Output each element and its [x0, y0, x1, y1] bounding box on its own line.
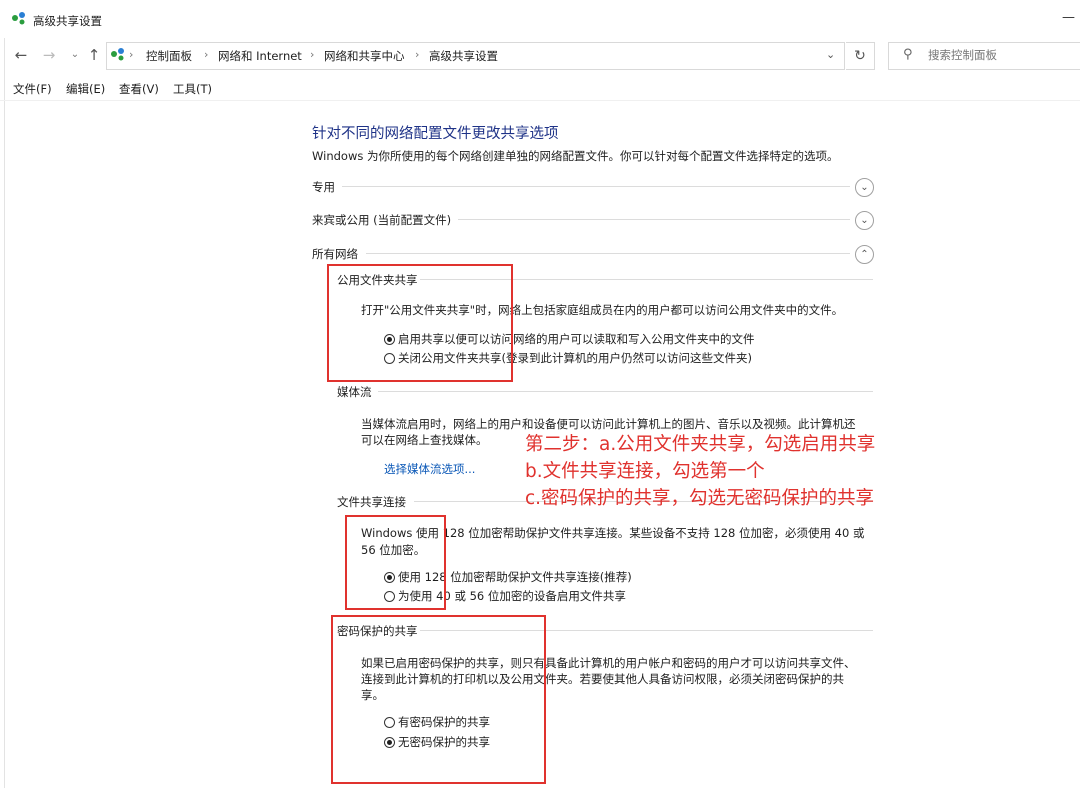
back-arrow-icon[interactable]: ←: [12, 46, 30, 64]
recent-locations-chevron-icon[interactable]: ⌄: [66, 46, 84, 64]
annotation-box-public-folder: [327, 264, 513, 382]
breadcrumb-separator-icon: ›: [310, 48, 315, 61]
breadcrumb-network-internet[interactable]: 网络和 Internet: [218, 48, 302, 64]
minimize-button[interactable]: —: [1062, 10, 1080, 26]
refresh-button[interactable]: ↻: [846, 42, 875, 70]
search-input[interactable]: [928, 48, 1068, 62]
menu-file[interactable]: 文件(F): [13, 81, 52, 97]
breadcrumb-network-sharing-center[interactable]: 网络和共享中心: [324, 48, 405, 64]
menu-edit[interactable]: 编辑(E): [66, 81, 105, 97]
profile-guest-public-label[interactable]: 来宾或公用 (当前配置文件): [312, 212, 451, 228]
search-icon: ⚲: [903, 47, 913, 62]
profile-divider: [458, 219, 850, 220]
annotation-step-line2: b.文件共享连接，勾选第一个: [525, 461, 765, 482]
profile-divider: [366, 253, 850, 254]
forward-arrow-icon[interactable]: →: [40, 46, 58, 64]
breadcrumb-advanced-sharing[interactable]: 高级共享设置: [429, 48, 498, 64]
title-bar: [0, 0, 1080, 38]
annotation-step-line3: c.密码保护的共享，勾选无密码保护的共享: [525, 488, 875, 509]
control-panel-icon: [111, 48, 124, 61]
window-title: 高级共享设置: [33, 14, 102, 28]
page-description: Windows 为你所使用的每个网络创建单独的网络配置文件。你可以针对每个配置文…: [312, 149, 839, 163]
media-description-line2: 可以在网络上查找媒体。: [361, 433, 488, 447]
window-edge: [0, 38, 5, 788]
annotation-box-password: [331, 615, 546, 784]
breadcrumb-control-panel[interactable]: 控制面板: [146, 48, 192, 64]
breadcrumb-separator-icon: ›: [415, 48, 420, 61]
chevron-up-icon[interactable]: ⌃: [855, 245, 874, 264]
profile-all-networks-label[interactable]: 所有网络: [312, 246, 358, 262]
annotation-step-line1: 第二步：a.公用文件夹共享，勾选启用共享: [525, 434, 876, 455]
media-streaming-title: 媒体流: [337, 385, 372, 399]
media-streaming-options-link[interactable]: 选择媒体流选项...: [384, 461, 475, 477]
address-dropdown-icon[interactable]: ⌄: [826, 48, 835, 61]
up-arrow-icon[interactable]: ↑: [85, 46, 103, 64]
profile-divider: [342, 186, 850, 187]
page-title: 针对不同的网络配置文件更改共享选项: [312, 126, 559, 142]
network-center-icon: [12, 12, 25, 25]
file-sharing-connections-title: 文件共享连接: [337, 495, 406, 509]
profile-private-label[interactable]: 专用: [312, 179, 335, 195]
chevron-down-icon[interactable]: ⌄: [855, 178, 874, 197]
menu-divider: [0, 100, 1080, 101]
menu-view[interactable]: 查看(V): [119, 81, 159, 97]
section-divider: [378, 391, 873, 392]
breadcrumb-separator-icon: ›: [204, 48, 209, 61]
menu-tools[interactable]: 工具(T): [173, 81, 212, 97]
chevron-down-icon[interactable]: ⌄: [855, 211, 874, 230]
annotation-box-file-sharing: [345, 515, 446, 610]
breadcrumb-separator-icon: ›: [129, 48, 134, 61]
